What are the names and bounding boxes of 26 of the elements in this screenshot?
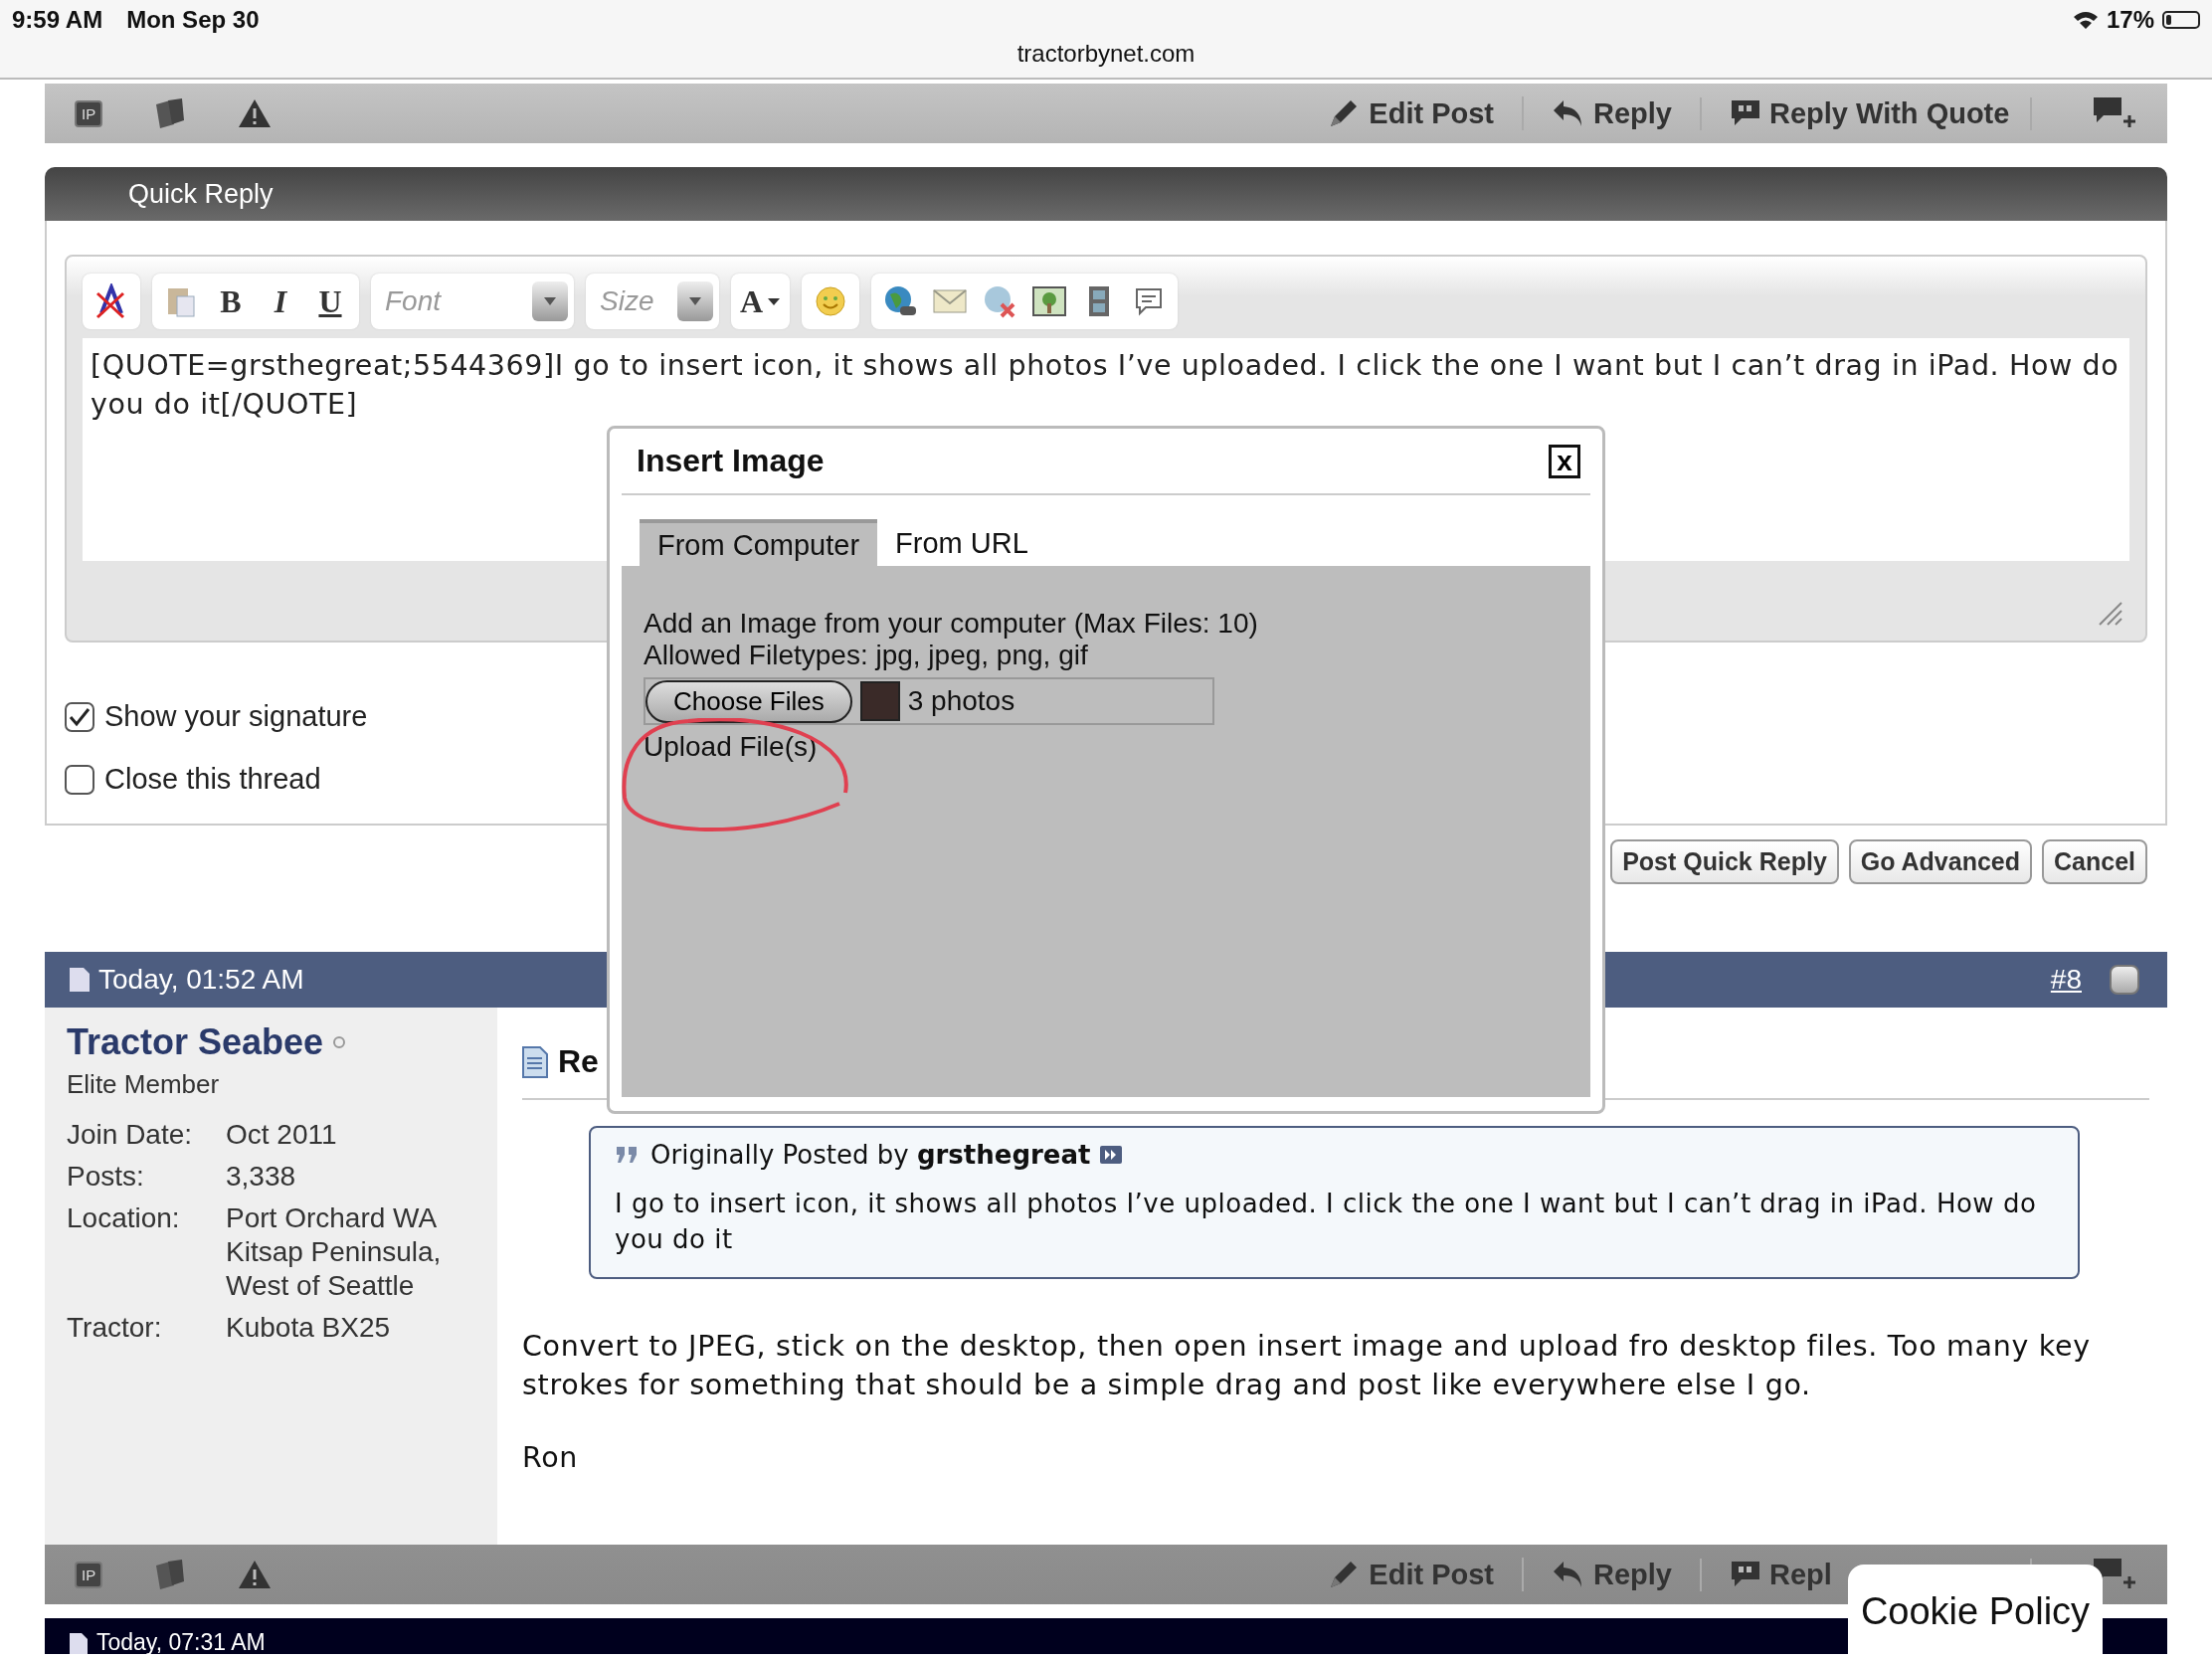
- status-date: Mon Sep 30: [126, 6, 260, 34]
- quote-text: I go to insert icon, it shows all photos I’ve uploaded. I click the one I want but I can’t drag in iPad. How do you do it: [615, 1188, 2038, 1256]
- file-count: 3 photos: [907, 685, 1015, 717]
- detail-label: Join Date:: [67, 1118, 194, 1152]
- detail-label: Location:: [67, 1201, 181, 1235]
- status-time: 9:59 AM: [12, 6, 103, 34]
- detail-value: 3,338: [226, 1160, 297, 1194]
- detail-value: Oct 2011: [226, 1118, 338, 1152]
- post-text: Ron: [522, 1440, 580, 1476]
- detail-value: Port Orchard WA Kitsap Peninsula, West of Seattle: [226, 1201, 443, 1303]
- checkbox-label: Show your signature: [104, 700, 368, 733]
- battery-percent: 17%: [2106, 6, 2154, 34]
- post-date: Today, 01:52 AM: [98, 964, 304, 996]
- detail-label: Tractor:: [67, 1311, 163, 1345]
- dialog-title: Insert Image: [637, 443, 825, 479]
- post-text: Convert to JPEG, stick on the desktop, then open insert image and upload fro desktop files. Too many key strokes for something that should be a simple drag and post like everywhere else I go.: [522, 1329, 2092, 1403]
- quote-attribution: Originally Posted by grsthegreat: [650, 1140, 1091, 1170]
- checkbox-label: Close this thread: [104, 763, 321, 796]
- upload-info-text: Add an Image from your computer (Max Files: 10): [644, 608, 1259, 640]
- detail-value: Kubota BX25: [226, 1311, 392, 1345]
- detail-label: Posts:: [67, 1160, 145, 1194]
- user-rank: Elite Member: [67, 1069, 221, 1100]
- post-title: Re: [558, 1043, 599, 1080]
- upload-info-text: Allowed Filetypes: jpg, jpeg, png, gif: [644, 640, 1089, 671]
- post-date: Today, 07:31 AM: [96, 1630, 266, 1654]
- quick-reply-title: Quick Reply: [128, 178, 274, 210]
